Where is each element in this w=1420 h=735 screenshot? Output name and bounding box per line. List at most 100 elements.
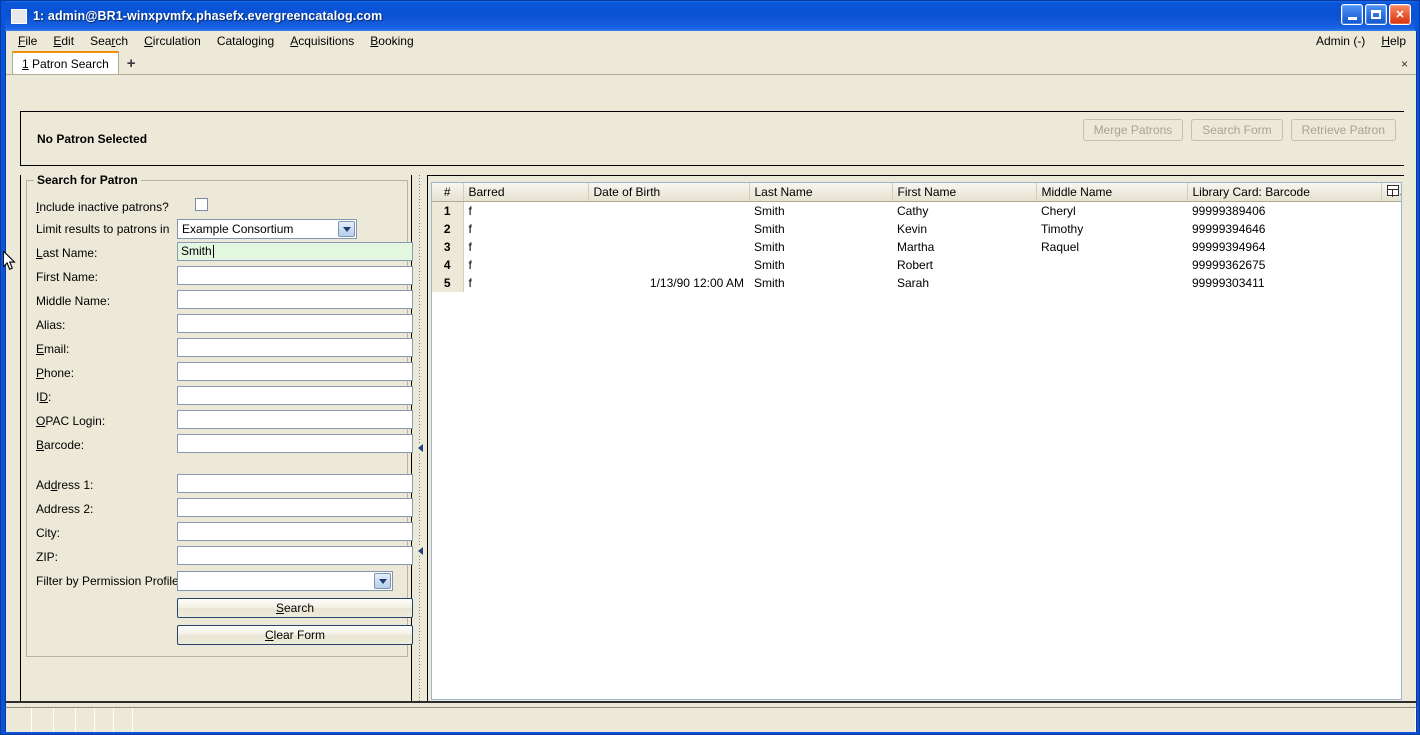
patron-row-first-name: Robert [897,257,934,272]
maximize-button[interactable] [1365,4,1387,25]
merge-patrons-button[interactable]: Merge Patrons [1082,119,1184,141]
opac-login-input[interactable] [177,410,413,429]
search-form-button[interactable]: Search Form [1191,119,1283,141]
minimize-button[interactable] [1341,4,1363,25]
menu-booking[interactable]: Booking [362,32,421,50]
patron-summary-band: No Patron Selected Merge Patrons Search … [20,111,1404,166]
menu-file[interactable]: File [10,32,45,50]
table-row[interactable]: 1 f Smith Cathy Cheryl 99999389406 [432,201,1401,220]
address2-label: Address 2: [36,502,94,516]
status-segment-main [133,708,1416,732]
last-name-input[interactable]: Smith [177,242,413,261]
menu-acquisitions[interactable]: Acquisitions [282,32,362,50]
panel-splitter[interactable] [413,175,427,703]
patron-row-last-name: Smith [754,257,785,272]
search-panel: Search for Patron Include inactive patro… [20,173,413,703]
alias-label: Alias: [36,318,66,332]
menu-search[interactable]: Search [82,32,136,50]
patron-row-spacer [1381,238,1401,256]
include-inactive-checkbox[interactable] [195,198,208,211]
patron-row-number: 3 [432,237,464,256]
first-name-input[interactable] [177,266,413,285]
column-header-dob[interactable]: Date of Birth [588,183,750,202]
menu-cataloging[interactable]: Cataloging [209,32,282,50]
title-bar: 1: admin@BR1-winxpvmfx.phasefx.evergreen… [5,1,1415,31]
splitter-collapse-down-icon[interactable] [416,546,424,556]
phone-input[interactable] [177,362,413,381]
limit-results-label: Limit results to patrons in [36,222,170,236]
patron-row-last-name: Smith [754,203,785,218]
city-label: City: [36,526,60,540]
patron-row-number: 5 [432,273,464,292]
search-for-patron-group: Search for Patron Include inactive patro… [26,173,413,657]
column-header-last-name[interactable]: Last Name [749,183,893,202]
email-input[interactable] [177,338,413,357]
client-area: File Edit Search Circulation Cataloging … [5,31,1417,703]
menu-edit[interactable]: Edit [45,32,82,50]
address1-label: Address 1: [36,478,94,492]
barcode-input[interactable] [177,434,413,453]
patron-row-barcode: 99999394646 [1192,221,1266,236]
email-label: Email: [36,342,70,356]
application-window: 1: admin@BR1-winxpvmfx.phasefx.evergreen… [0,0,1420,735]
address2-input[interactable] [177,498,413,517]
column-header-number[interactable]: # [432,183,464,202]
patron-row-first-name: Sarah [897,275,930,290]
address1-input[interactable] [177,474,413,493]
permission-profile-select[interactable] [177,571,393,591]
status-segment-3 [54,708,76,732]
patron-status-label: No Patron Selected [37,131,148,146]
clear-form-button[interactable]: Clear Form [177,625,413,645]
barcode-label: Barcode: [36,438,85,452]
patron-row-number: 1 [432,201,464,220]
patron-row-barred: f [468,221,472,236]
chevron-down-icon [338,221,355,237]
column-header-barred[interactable]: Barred [463,183,589,202]
column-picker-icon[interactable] [1381,183,1401,202]
patron-row-barred: f [468,275,472,290]
patron-row-barcode: 99999303411 [1192,275,1265,290]
close-tab-icon[interactable]: × [1401,57,1408,71]
table-row[interactable]: 2 f Smith Kevin Timothy 99999394646 [432,219,1401,238]
tab-patron-search[interactable]: 1 Patron Search [12,51,119,74]
city-input[interactable] [177,522,413,541]
opac-login-label: OPAC Login: [36,414,106,428]
patron-row-last-name: Smith [754,221,785,236]
column-header-library-card-barcode[interactable]: Library Card: Barcode [1187,183,1382,202]
patron-row-barcode: 99999362675 [1192,257,1266,272]
middle-name-label: Middle Name: [36,294,111,308]
zip-label: ZIP: [36,550,59,564]
patron-row-first-name: Cathy [897,203,929,218]
patron-row-spacer [1381,202,1401,220]
table-row[interactable]: 5 f 1/13/90 12:00 AM Smith Sarah 99999303411 [432,273,1401,292]
table-row[interactable]: 3 f Smith Martha Raquel 99999394964 [432,237,1401,256]
patron-row-first-name: Kevin [897,221,928,236]
column-header-first-name[interactable]: First Name [892,183,1037,202]
patron-row-spacer [1381,274,1401,292]
patron-results-table[interactable]: # Barred Date of Birth Last Name First N… [431,182,1402,700]
window-controls: ✕ [1341,4,1411,25]
middle-name-input[interactable] [177,290,413,309]
tab-label: Patron Search [32,56,109,71]
alias-input[interactable] [177,314,413,333]
retrieve-patron-button[interactable]: Retrieve Patron [1290,119,1396,141]
menu-admin[interactable]: Admin (-) [1308,32,1373,50]
table-row[interactable]: 4 f Smith Robert 99999362675 [432,255,1401,274]
status-segment-1 [6,708,32,732]
new-tab-button[interactable]: + [127,56,136,71]
status-segment-4 [76,708,95,732]
status-segment-5 [95,708,114,732]
column-header-middle-name[interactable]: Middle Name [1036,183,1188,202]
menu-help[interactable]: Help [1373,32,1414,50]
zip-input[interactable] [177,546,413,565]
search-button[interactable]: Search [177,598,413,618]
patron-row-middle-name [1036,274,1187,292]
patron-row-middle-name: Raquel [1041,239,1080,254]
menu-circulation[interactable]: Circulation [136,32,209,50]
patron-row-last-name: Smith [754,275,785,290]
id-input[interactable] [177,386,413,405]
close-button[interactable]: ✕ [1389,4,1411,25]
patron-row-dob: 1/13/90 12:00 AM [649,275,744,290]
limit-results-select[interactable]: Example Consortium [177,219,357,239]
splitter-collapse-up-icon[interactable] [416,443,424,453]
